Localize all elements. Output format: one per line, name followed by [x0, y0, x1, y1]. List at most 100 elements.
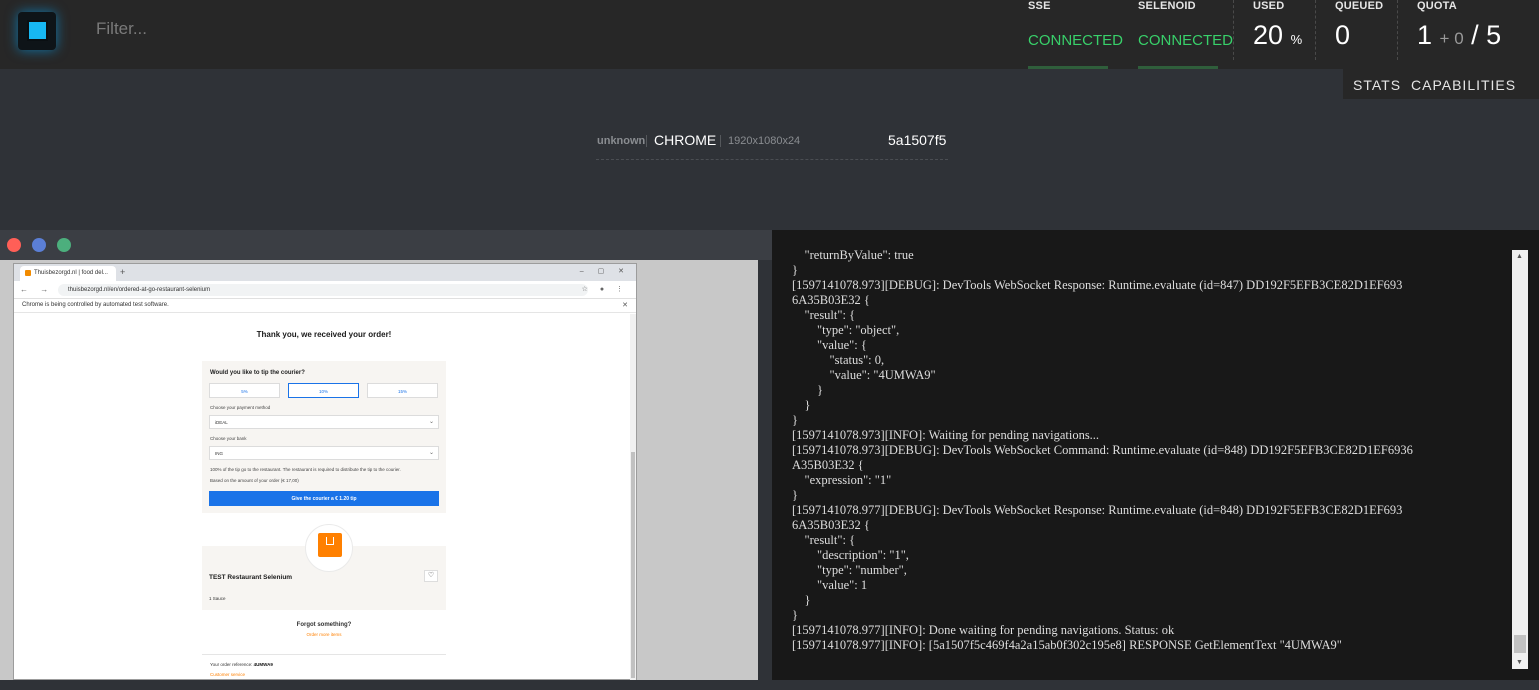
divider — [720, 135, 721, 147]
quota-total: / 5 — [1471, 20, 1502, 50]
divider — [202, 654, 446, 655]
session-info: unknown CHROME 1920x1080x24 5a1507f5 — [596, 130, 948, 160]
close-icon: ✕ — [622, 302, 628, 309]
page-scrollbar — [630, 314, 636, 680]
sse-underline — [1028, 66, 1108, 69]
log-line: "value": "4UMWA9" — [792, 368, 936, 382]
log-line: [1597141078.977][INFO]: Done waiting for… — [792, 623, 1175, 637]
order-reference: Your order reference: 4UMWA9 — [210, 662, 273, 667]
forgot-heading: Forgot something? — [296, 622, 352, 628]
vnc-screen[interactable]: Thuisbezorgd.nl | food del... + – ▢ ✕ ← … — [0, 260, 758, 680]
tip-option: 10% — [288, 383, 359, 398]
log-line: } — [792, 593, 811, 607]
log-line: "type": "object", — [792, 323, 900, 337]
session-id[interactable]: 5a1507f5 — [888, 132, 946, 148]
browser-tab[interactable]: Thuisbezorgd.nl | food del... — [20, 266, 116, 281]
session-resolution: 1920x1080x24 — [728, 135, 801, 147]
close-dot-icon[interactable] — [7, 238, 21, 252]
scroll-up-icon[interactable]: ▲ — [1516, 253, 1523, 260]
nav-stats[interactable]: STATS — [1353, 77, 1401, 93]
selenoid-value: CONNECTED — [1138, 32, 1234, 49]
bottom-strip — [0, 680, 1539, 690]
tip-note: 100% of the tip go to the restaurant. Th… — [210, 467, 401, 472]
payment-label: Choose your payment method — [210, 405, 271, 410]
log-line: 6A35B03E32 { — [792, 518, 870, 532]
bank-value: ING — [215, 451, 224, 456]
log-line: [1597141078.973][DEBUG]: DevTools WebSoc… — [792, 443, 1413, 457]
bank-select: ING ⌄ — [209, 446, 439, 460]
forgot-link: Order more items — [306, 632, 342, 637]
tip-question: Would you like to tip the courier? — [210, 370, 305, 376]
log-output[interactable]: "returnByValue": true} [1597141078.973][D… — [792, 248, 1510, 670]
window-controls-icon: – ▢ ✕ — [579, 268, 630, 275]
queued-value: 0 — [1335, 20, 1351, 50]
log-line: "value": { — [792, 338, 867, 352]
logo-square — [27, 20, 48, 41]
url-field: thuisbezorgd.nl/en/ordered-at-go-restaur… — [58, 284, 588, 296]
scrollbar-thumb — [631, 452, 635, 678]
session-browser: CHROME — [654, 132, 717, 148]
payment-value: iDEAL — [215, 420, 228, 425]
log-line: } — [792, 263, 798, 277]
fullscreen-dot-icon[interactable] — [57, 238, 71, 252]
quota-value: 1 + 0 / 5 — [1417, 20, 1501, 51]
tip-option: 5% — [209, 383, 280, 398]
customer-service-link: Customer service — [210, 672, 246, 677]
log-line: A35B03E32 { — [792, 458, 864, 472]
nav-capabilities[interactable]: CAPABILITIES — [1411, 77, 1516, 93]
page-heading: Thank you, we received your order! — [256, 330, 392, 339]
sse-label: SSE — [1028, 0, 1051, 12]
log-line: [1597141078.977][INFO]: [5a1507f5c469f4a… — [792, 638, 1342, 652]
quota-extra: + 0 — [1439, 29, 1464, 48]
new-tab-icon[interactable]: + — [120, 267, 125, 277]
used-unit: % — [1290, 32, 1303, 47]
used-label: USED — [1253, 0, 1285, 12]
log-line: } — [792, 608, 798, 622]
used-value: 20 % — [1253, 20, 1302, 51]
favicon-icon — [25, 270, 31, 276]
house-icon — [326, 537, 334, 545]
selenoid-underline — [1138, 66, 1218, 69]
log-line: 6A35B03E32 { — [792, 293, 870, 307]
automation-infobar: Chrome is being controlled by automated … — [14, 299, 636, 313]
divider — [1315, 0, 1316, 60]
top-bar: SSE CONNECTED SELENOID CONNECTED USED 20… — [0, 0, 1539, 69]
queued-label: QUEUED — [1335, 0, 1384, 12]
order-line: 1 Sauce — [209, 596, 226, 601]
log-line: [1597141078.977][DEBUG]: DevTools WebSoc… — [792, 503, 1403, 517]
log-line: "result": { — [792, 533, 856, 547]
tab-title: Thuisbezorgd.nl | food del... — [34, 270, 108, 276]
log-line: "status": 0, — [792, 353, 885, 367]
log-line: "description": "1", — [792, 548, 909, 562]
chevron-down-icon: ⌄ — [428, 450, 434, 456]
tip-option: 15% — [367, 383, 438, 398]
sse-value: CONNECTED — [1028, 32, 1124, 49]
tip-button: Give the courier a € 1.20 tip — [209, 491, 439, 506]
selenoid-logo-icon[interactable] — [18, 12, 56, 50]
log-line: "type": "number", — [792, 563, 907, 577]
filter-input[interactable] — [96, 17, 796, 41]
vnc-toolbar — [0, 230, 772, 260]
used-number: 20 — [1253, 20, 1284, 50]
log-line: "value": 1 — [792, 578, 868, 592]
payment-select: iDEAL ⌄ — [209, 415, 439, 429]
log-panel: "returnByValue": true} [1597141078.973][D… — [772, 230, 1539, 680]
minimize-dot-icon[interactable] — [32, 238, 46, 252]
session-name: unknown — [597, 135, 646, 147]
log-line: } — [792, 488, 798, 502]
quota-label: QUOTA — [1417, 0, 1457, 12]
log-line: "returnByValue": true — [792, 248, 914, 262]
browser-address-bar: ← → ↻ thuisbezorgd.nl/en/ordered-at-go-r… — [14, 281, 636, 299]
log-scrollbar-thumb[interactable] — [1514, 635, 1526, 653]
log-scrollbar[interactable]: ▲ ▼ — [1512, 250, 1528, 669]
log-line: "expression": "1" — [792, 473, 892, 487]
divider — [646, 135, 647, 147]
log-line: [1597141078.973][DEBUG]: DevTools WebSoc… — [792, 278, 1403, 292]
selenoid-label: SELENOID — [1138, 0, 1196, 12]
log-line: } — [792, 398, 811, 412]
log-line: } — [792, 413, 798, 427]
log-line: } — [792, 383, 823, 397]
scroll-down-icon[interactable]: ▼ — [1516, 659, 1523, 666]
tip-box: Would you like to tip the courier? 5% 10… — [202, 361, 446, 513]
log-line: "result": { — [792, 308, 856, 322]
